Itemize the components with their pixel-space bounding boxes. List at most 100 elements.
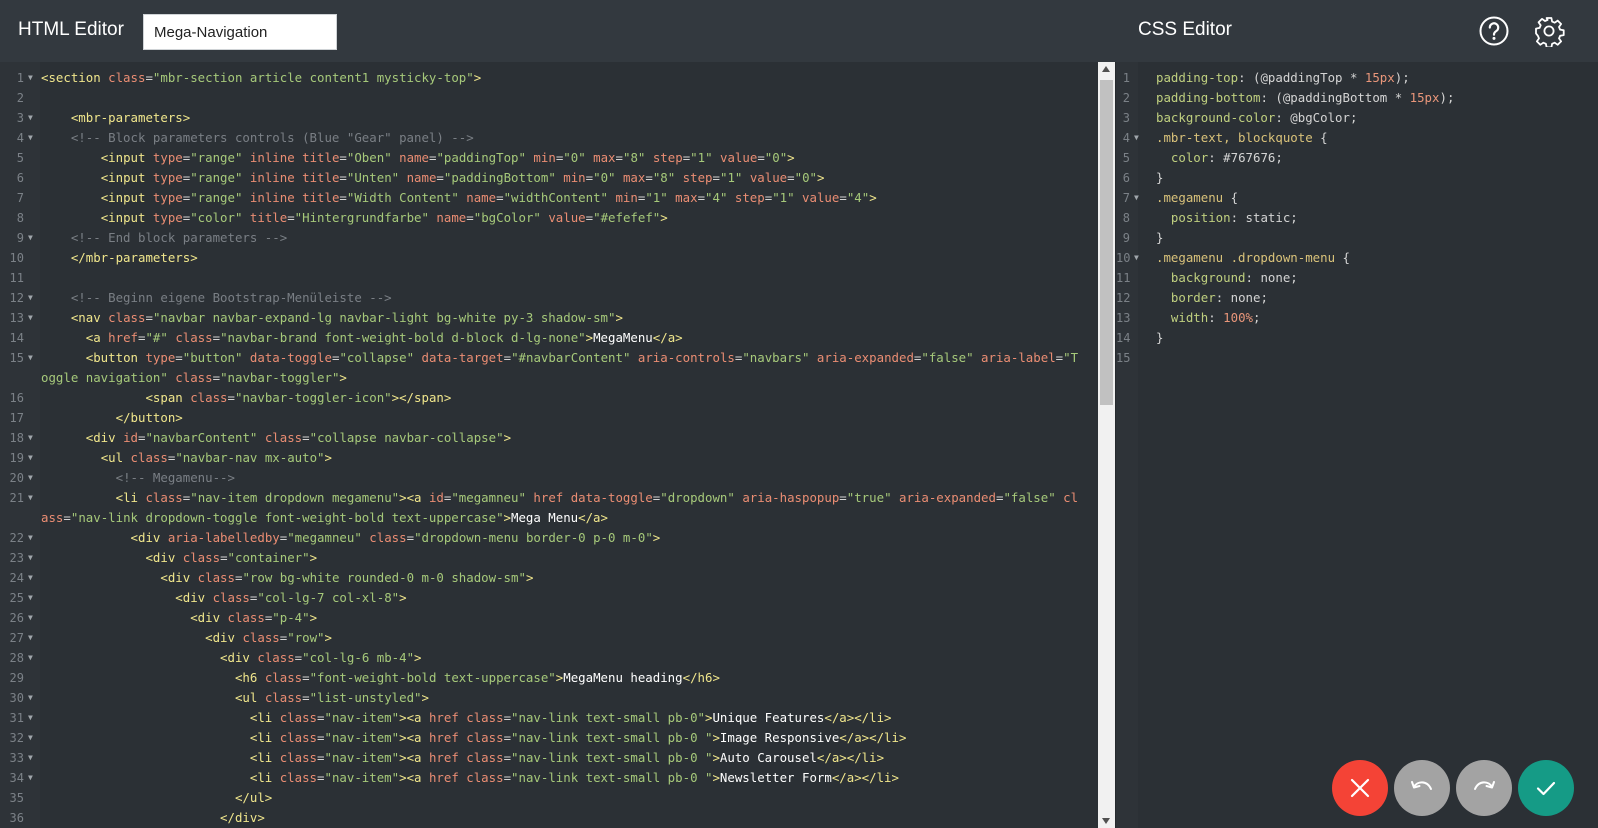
code-token: "paddingBottom" <box>443 170 556 185</box>
css-line[interactable]: 12 border: none; <box>1116 288 1598 308</box>
fold-arrow-icon[interactable]: ▼ <box>1134 188 1139 208</box>
html-line[interactable]: 9 ▼ <!-- End block parameters --> <box>0 228 1098 248</box>
html-line[interactable]: 35 </ul> <box>0 788 1098 808</box>
html-line[interactable]: 21 ▼ <li class = "nav-item dropdown megamen… <box>0 488 1098 528</box>
css-line[interactable]: 6} <box>1116 168 1598 188</box>
html-line[interactable]: 25 ▼ <div class="col-lg-7 col-xl-8"> <box>0 588 1098 608</box>
fold-arrow-icon[interactable]: ▼ <box>28 448 33 468</box>
html-line[interactable]: 31 ▼ <li class="nav-item"><a href class="… <box>0 708 1098 728</box>
html-line[interactable]: 15 ▼ <button type="button" data-toggle="c… <box>0 348 1098 388</box>
css-line[interactable]: 9} <box>1116 228 1598 248</box>
scroll-down-icon[interactable] <box>1102 818 1110 824</box>
css-line[interactable]: 2 padding-bottom: (@paddingBottom * 15px)… <box>1116 88 1598 108</box>
cancel-button[interactable] <box>1332 760 1388 816</box>
fold-arrow-icon[interactable]: ▼ <box>28 348 33 368</box>
css-line[interactable]: 14} <box>1116 328 1598 348</box>
code-token: <li <box>249 730 280 745</box>
html-line[interactable]: 23 ▼ <div class="container"> <box>0 548 1098 568</box>
html-line[interactable]: 4 ▼ <!-- Block parameters controls (Blue … <box>0 128 1098 148</box>
fold-arrow-icon[interactable]: ▼ <box>1134 248 1139 268</box>
html-line[interactable]: 13 ▼ <nav class="navbar navbar-expand-lg … <box>0 308 1098 328</box>
css-line[interactable]: 1 padding-top: (@paddingTop * 15px); <box>1116 68 1598 88</box>
html-line[interactable]: 33 ▼ <li class="nav-item"><a href class="… <box>0 748 1098 768</box>
fold-arrow-icon[interactable]: ▼ <box>28 468 33 488</box>
css-line[interactable]: 7 ▼ .megamenu { <box>1116 188 1598 208</box>
code-text: <input type="range" inline title="Oben" … <box>41 148 1080 168</box>
html-line[interactable]: 11 <box>0 268 1098 288</box>
fold-arrow-icon[interactable]: ▼ <box>28 648 33 668</box>
fold-arrow-icon[interactable]: ▼ <box>28 708 33 728</box>
html-line[interactable]: 36 </div> <box>0 808 1098 828</box>
css-line[interactable]: 10 ▼ .megamenu .dropdown-menu { <box>1116 248 1598 268</box>
fold-arrow-icon[interactable]: ▼ <box>1134 128 1139 148</box>
css-code-lines[interactable]: 1 padding-top: (@paddingTop * 15px); 2 padd… <box>1116 68 1598 368</box>
html-line[interactable]: 29 <h6 class="font-weight-bold text-uppe… <box>0 668 1098 688</box>
html-line[interactable]: 27 ▼ <div class="row"> <box>0 628 1098 648</box>
html-line[interactable]: 24 ▼ <div class="row bg-white rounded-0 m… <box>0 568 1098 588</box>
fold-arrow-icon[interactable]: ▼ <box>28 588 33 608</box>
html-code-lines[interactable]: 1 ▼ <section class="mbr-section article co… <box>0 68 1098 828</box>
html-line[interactable]: 17 </button> <box>0 408 1098 428</box>
html-line[interactable]: 14 <a href="#" class="navbar-brand font-… <box>0 328 1098 348</box>
css-line[interactable]: 4 ▼ .mbr-text, blockquote { <box>1116 128 1598 148</box>
html-line[interactable]: 34 ▼ <li class="nav-item"><a href class="… <box>0 768 1098 788</box>
scroll-up-icon[interactable] <box>1102 66 1110 72</box>
html-line[interactable]: 8 <input type="color" title="Hintergrund… <box>0 208 1098 228</box>
fold-arrow-icon[interactable]: ▼ <box>28 428 33 448</box>
html-line[interactable]: 26 ▼ <div class="p-4"> <box>0 608 1098 628</box>
fold-arrow-icon[interactable]: ▼ <box>28 288 33 308</box>
html-line[interactable]: 28 ▼ <div class="col-lg-6 mb-4"> <box>0 648 1098 668</box>
fold-arrow-icon[interactable]: ▼ <box>28 568 33 588</box>
gear-icon[interactable] <box>1533 15 1565 49</box>
undo-button[interactable] <box>1394 760 1450 816</box>
redo-button[interactable] <box>1456 760 1512 816</box>
html-line[interactable]: 16 <span class="navbar-toggler-icon"></s… <box>0 388 1098 408</box>
html-line[interactable]: 32 ▼ <li class="nav-item"><a href class="… <box>0 728 1098 748</box>
fold-arrow-icon[interactable]: ▼ <box>28 228 33 248</box>
fold-arrow-icon[interactable]: ▼ <box>28 528 33 548</box>
fold-arrow-icon[interactable]: ▼ <box>28 608 33 628</box>
html-line[interactable]: 7 <input type="range" inline title="Widt… <box>0 188 1098 208</box>
css-line[interactable]: 3 background-color: @bgColor; <box>1116 108 1598 128</box>
fold-arrow-icon[interactable]: ▼ <box>28 108 33 128</box>
fold-arrow-icon[interactable]: ▼ <box>28 748 33 768</box>
html-line[interactable]: 6 <input type="range" inline title="Unte… <box>0 168 1098 188</box>
css-line[interactable]: 13 width: 100%; <box>1116 308 1598 328</box>
html-line[interactable]: 30 ▼ <ul class="list-unstyled"> <box>0 688 1098 708</box>
code-token: max <box>585 150 616 165</box>
html-line[interactable]: 19 ▼ <ul class="navbar-nav mx-auto"> <box>0 448 1098 468</box>
html-code-editor[interactable]: 1 ▼ <section class="mbr-section article co… <box>0 62 1098 828</box>
html-line[interactable]: 2 <box>0 88 1098 108</box>
fold-arrow-icon[interactable]: ▼ <box>28 68 33 88</box>
html-line[interactable]: 12 ▼ <!-- Beginn eigene Bootstrap-Menülei… <box>0 288 1098 308</box>
css-line[interactable]: 8 position: static; <box>1116 208 1598 228</box>
fold-arrow-icon[interactable]: ▼ <box>28 728 33 748</box>
fold-arrow-icon[interactable]: ▼ <box>28 128 33 148</box>
html-line[interactable]: 18 ▼ <div id="navbarContent" class="colla… <box>0 428 1098 448</box>
fold-arrow-icon[interactable]: ▼ <box>28 688 33 708</box>
html-editor-scrollbar[interactable] <box>1098 62 1115 828</box>
html-line[interactable]: 1 ▼ <section class="mbr-section article co… <box>0 68 1098 88</box>
code-token: step <box>645 150 683 165</box>
help-circle-icon[interactable] <box>1478 15 1510 47</box>
code-text: <ul class="navbar-nav mx-auto"> <box>41 448 1080 468</box>
fold-arrow-icon[interactable]: ▼ <box>28 308 33 328</box>
css-code-editor[interactable]: 1 padding-top: (@paddingTop * 15px); 2 padd… <box>1116 62 1598 828</box>
css-line[interactable]: 5 color: #767676; <box>1116 148 1598 168</box>
editor-header: HTML Editor CSS Editor <box>0 0 1598 62</box>
html-line[interactable]: 20 ▼ <!-- Megamenu--> <box>0 468 1098 488</box>
html-line[interactable]: 5 <input type="range" inline title="Oben… <box>0 148 1098 168</box>
html-line[interactable]: 22 ▼ <div aria-labelledby = "megamneu" clas… <box>0 528 1098 548</box>
css-line[interactable]: 11 background: none; <box>1116 268 1598 288</box>
html-line[interactable]: 10 </mbr-parameters> <box>0 248 1098 268</box>
fold-arrow-icon[interactable]: ▼ <box>28 628 33 648</box>
fold-arrow-icon[interactable]: ▼ <box>28 768 33 788</box>
scrollbar-thumb[interactable] <box>1100 80 1113 405</box>
css-line[interactable]: 15 <box>1116 348 1598 368</box>
block-name-input[interactable] <box>143 14 337 50</box>
fold-arrow-icon[interactable]: ▼ <box>28 488 33 508</box>
html-line[interactable]: 3 ▼ <mbr-parameters> <box>0 108 1098 128</box>
fold-arrow-icon[interactable]: ▼ <box>28 548 33 568</box>
apply-button[interactable] <box>1518 760 1574 816</box>
